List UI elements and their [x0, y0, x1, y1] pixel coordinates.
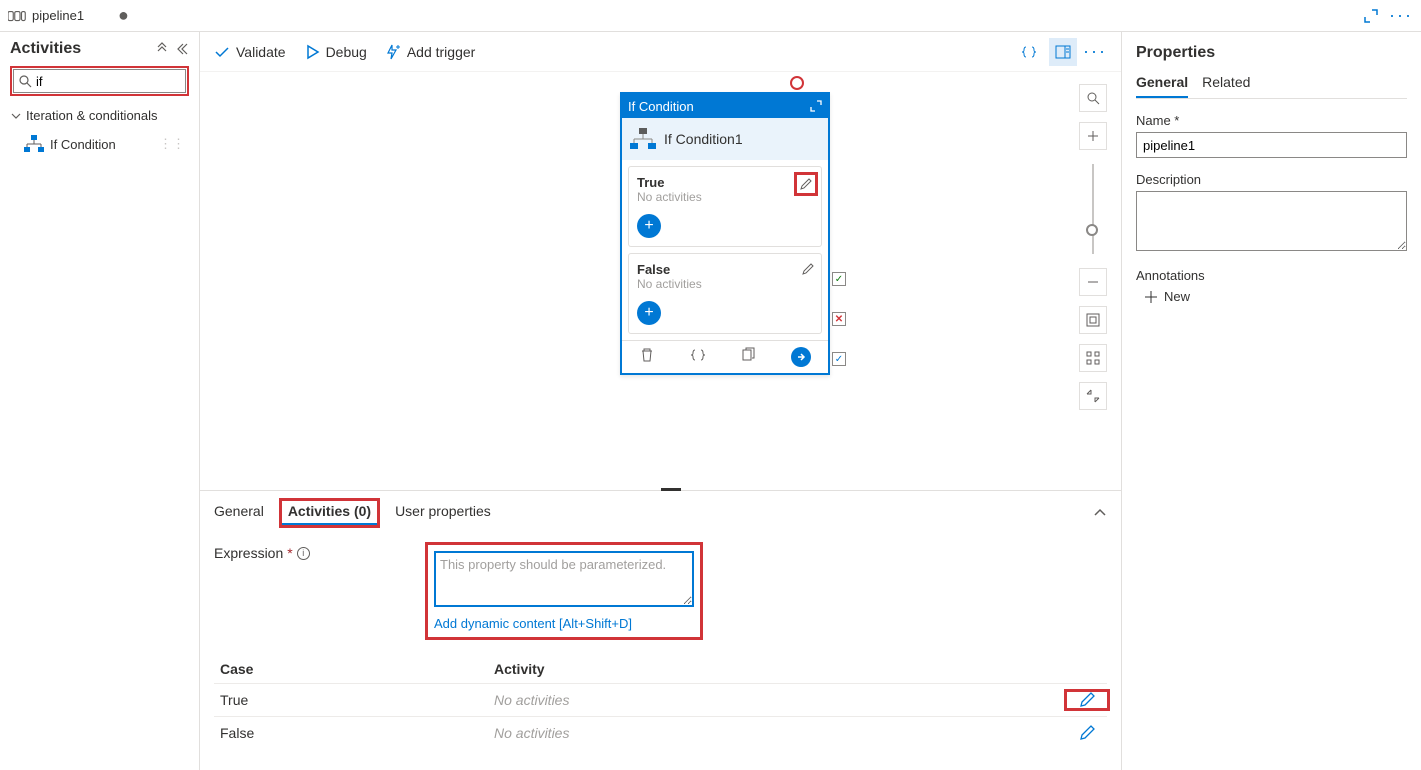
more-icon[interactable]: ···: [1389, 5, 1413, 26]
activities-sidebar: Activities Iteration & conditionals If C…: [0, 32, 200, 770]
expand-icon[interactable]: [1363, 8, 1379, 24]
col-header-case: Case: [214, 661, 494, 677]
edit-true-branch-button[interactable]: [797, 175, 815, 193]
minimize-button[interactable]: [1079, 382, 1107, 410]
search-icon: [18, 74, 32, 88]
fit-screen-button[interactable]: [1079, 306, 1107, 334]
annotations-label: Annotations: [1136, 268, 1407, 283]
name-field-label: Name *: [1136, 113, 1407, 128]
node-name: If Condition1: [664, 131, 743, 147]
panel-resize-handle[interactable]: [661, 488, 681, 491]
zoom-slider[interactable]: [1092, 164, 1094, 254]
canvas-controls: [1079, 84, 1107, 410]
plus-icon: [1144, 290, 1158, 304]
if-condition-node[interactable]: If Condition If Condition1 True No activ…: [620, 92, 830, 375]
node-type-label: If Condition: [628, 99, 694, 114]
activities-search-input[interactable]: [32, 74, 181, 89]
pipeline-title: pipeline1: [32, 8, 84, 23]
properties-panel: Properties General Related Name * Descri…: [1121, 32, 1421, 770]
pipeline-icon: [8, 9, 26, 23]
pipeline-toolbar: Validate Debug Add trigger ···: [200, 32, 1121, 72]
props-tab-general[interactable]: General: [1136, 74, 1188, 98]
validate-button[interactable]: Validate: [214, 44, 286, 60]
case-row-false: False No activities: [214, 716, 1107, 749]
required-indicator: *: [287, 545, 292, 561]
edit-true-case-button[interactable]: [1067, 692, 1107, 708]
tab-user-properties[interactable]: User properties: [395, 503, 491, 523]
category-iteration[interactable]: Iteration & conditionals: [10, 108, 189, 123]
failure-port[interactable]: ✕: [832, 312, 846, 326]
activities-heading: Activities: [10, 40, 81, 58]
collapse-all-icon[interactable]: [155, 42, 169, 56]
zoom-in-button[interactable]: [1079, 122, 1107, 150]
collapse-panel-button[interactable]: [1093, 506, 1107, 520]
if-condition-icon: [24, 135, 44, 153]
add-dynamic-content-link[interactable]: Add dynamic content [Alt+Shift+D]: [434, 616, 694, 631]
navigate-node-button[interactable]: [791, 347, 811, 367]
col-header-activity: Activity: [494, 661, 1067, 677]
description-field-label: Description: [1136, 172, 1407, 187]
tab-activities[interactable]: Activities (0): [282, 501, 377, 525]
description-input[interactable]: [1136, 191, 1407, 251]
edit-false-case-button[interactable]: [1067, 725, 1107, 741]
title-bar: pipeline1 ● ···: [0, 0, 1421, 32]
code-view-button[interactable]: [1015, 38, 1043, 66]
expression-input[interactable]: [434, 551, 694, 607]
if-condition-node-icon: [630, 128, 656, 150]
chevron-down-icon: [10, 110, 22, 122]
node-collapse-icon[interactable]: [810, 100, 822, 112]
node-code-button[interactable]: [690, 347, 706, 367]
drag-handle-icon: ⋮⋮: [159, 136, 185, 152]
expression-highlight: Add dynamic content [Alt+Shift+D]: [428, 545, 700, 637]
add-trigger-button[interactable]: Add trigger: [385, 44, 475, 60]
debug-button[interactable]: Debug: [304, 44, 367, 60]
props-tab-related[interactable]: Related: [1202, 74, 1250, 98]
false-branch: False No activities +: [628, 253, 822, 334]
delete-node-button[interactable]: [639, 347, 655, 367]
success-port[interactable]: ✓: [832, 272, 846, 286]
bottom-panel: General Activities (0) User properties E…: [200, 490, 1121, 770]
properties-heading: Properties: [1136, 44, 1407, 62]
case-row-true: True No activities: [214, 683, 1107, 716]
name-input[interactable]: [1136, 132, 1407, 158]
completion-port[interactable]: ✓: [832, 352, 846, 366]
node-status-indicator: [790, 76, 804, 90]
tab-general[interactable]: General: [214, 503, 264, 523]
add-false-activity-button[interactable]: +: [637, 301, 661, 325]
activity-if-condition[interactable]: If Condition ⋮⋮: [20, 131, 189, 157]
info-icon[interactable]: i: [297, 547, 310, 560]
true-branch: True No activities +: [628, 166, 822, 247]
unsaved-indicator: ●: [118, 5, 129, 26]
add-true-activity-button[interactable]: +: [637, 214, 661, 238]
search-highlight: [10, 66, 189, 96]
canvas[interactable]: If Condition If Condition1 True No activ…: [200, 72, 1121, 490]
more-toolbar-icon[interactable]: ···: [1083, 41, 1107, 62]
hide-panel-icon[interactable]: [175, 42, 189, 56]
canvas-search-button[interactable]: [1079, 84, 1107, 112]
edit-false-branch-button[interactable]: [801, 262, 815, 276]
zoom-out-button[interactable]: [1079, 268, 1107, 296]
new-annotation-button[interactable]: New: [1144, 289, 1407, 304]
clone-node-button[interactable]: [740, 347, 756, 367]
properties-toggle-button[interactable]: [1049, 38, 1077, 66]
auto-layout-button[interactable]: [1079, 344, 1107, 372]
